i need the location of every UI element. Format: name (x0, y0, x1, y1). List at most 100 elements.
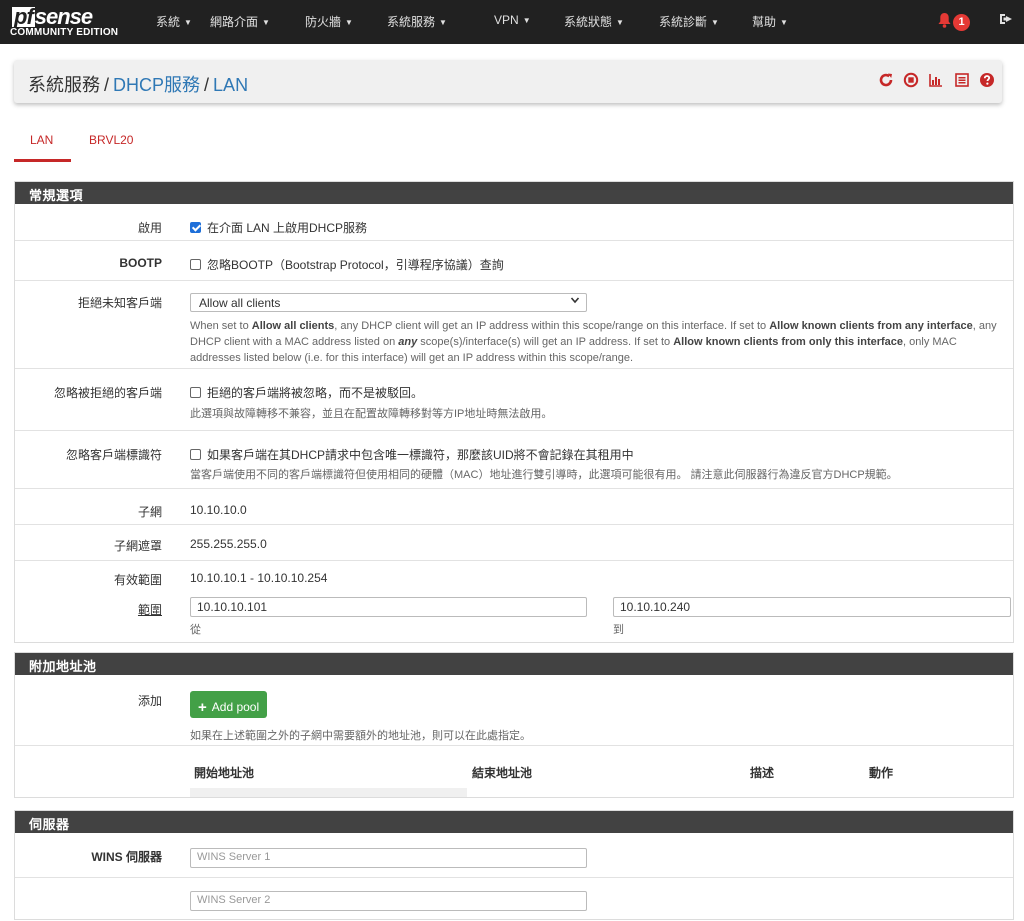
bootp-checkbox-wrapper[interactable]: 忽略BOOTP（Bootstrap Protocol，引導程序協議）查詢 (190, 256, 504, 273)
breadcrumb: 系統服務 / DHCP服務 / LAN (28, 71, 248, 97)
servers-panel: 伺服器 WINS 伺服器 WINS Server 1 WINS Server 2 (14, 810, 1014, 920)
additional-pools-panel: 附加地址池 添加 + Add pool 如果在上述範圍之外的子網中需要額外的地址池… (14, 652, 1014, 798)
subnet-value: 10.10.10.0 (190, 503, 247, 517)
range-row: 範圍 10.10.10.101 從 10.10.10.240 到 (15, 596, 1013, 642)
enable-checkbox[interactable] (190, 222, 201, 233)
pools-table-row: 開始地址池 結束地址池 描述 動作 (15, 745, 1013, 797)
nav-menu-status[interactable]: 系統狀態 ▼ (564, 13, 624, 30)
ignore-denied-checkbox-text: 拒絕的客戶端將被忽略，而不是被駁回。 (207, 386, 424, 400)
tab-lan[interactable]: LAN (30, 133, 53, 147)
range-from-label: 從 (190, 624, 201, 636)
breadcrumb-root: 系統服務 (28, 75, 100, 95)
pools-col-end: 結束地址池 (472, 766, 533, 780)
deny-unknown-row: 拒絕未知客戶端 Allow all clients When set to Al… (15, 280, 1013, 368)
pfsense-logo[interactable]: pfsense COMMUNITY EDITION (10, 4, 140, 42)
nav-menu-services[interactable]: 系統服務 ▼ (387, 13, 447, 30)
available-range-value: 10.10.10.1 - 10.10.10.254 (190, 571, 328, 585)
wins-server-label: WINS 伺服器 (91, 850, 162, 864)
subnet-mask-row: 子網遮罩 255.255.255.0 (15, 524, 1013, 560)
graph-icon[interactable] (927, 72, 945, 90)
subnet-mask-label: 子網遮罩 (113, 539, 162, 553)
nav-menu-firewall[interactable]: 防火牆 ▼ (305, 13, 353, 30)
ignore-uid-row: 忽略客戶端標識符 如果客戶端在其DHCP請求中包含唯一標識符，那麼該UID將不會… (15, 430, 1013, 488)
pools-table-empty-row (190, 788, 467, 797)
enable-label: 啟用 (137, 221, 162, 235)
subnet-row: 子網 10.10.10.0 (15, 488, 1013, 524)
deny-unknown-selected-value: Allow all clients (199, 296, 281, 310)
ignore-uid-help: 當客戶端使用不同的客戶端標識符但使用相同的硬體（MAC）地址進行雙引導時，此選項… (190, 469, 898, 481)
notification-badge[interactable]: 1 (953, 14, 970, 31)
range-to-input[interactable]: 10.10.10.240 (613, 597, 1011, 617)
active-tab-indicator (14, 159, 71, 162)
logo-pf-text: pf (12, 4, 35, 29)
range-to-label: 到 (613, 624, 624, 636)
bell-icon[interactable] (937, 12, 952, 33)
enable-row: 啟用 在介面 LAN 上啟用DHCP服務 (15, 204, 1013, 240)
breadcrumb-separator: / (104, 75, 110, 95)
pools-col-start: 開始地址池 (194, 766, 255, 780)
subnet-mask-value: 255.255.255.0 (190, 537, 267, 551)
breadcrumb-page-link[interactable]: LAN (213, 75, 248, 95)
ignore-uid-label: 忽略客戶端標識符 (65, 448, 162, 462)
deny-unknown-select[interactable]: Allow all clients (190, 293, 587, 312)
caret-down-icon: ▼ (184, 18, 192, 27)
ignore-denied-help: 此選項與故障轉移不兼容，並且在配置故障轉移對等方IP地址時無法啟用。 (190, 408, 553, 420)
log-icon[interactable] (953, 72, 971, 90)
add-pool-help: 如果在上述範圍之外的子網中需要額外的地址池，則可以在此處指定。 (190, 730, 531, 742)
help-icon[interactable] (978, 72, 996, 90)
add-pool-button[interactable]: + Add pool (190, 691, 267, 718)
add-pool-row: 添加 + Add pool 如果在上述範圍之外的子網中需要額外的地址池，則可以在此… (15, 675, 1013, 745)
panel-title: 伺服器 (15, 811, 1013, 833)
nav-menu-system[interactable]: 系統 ▼ (156, 13, 192, 30)
breadcrumb-actions (877, 72, 1000, 92)
logout-icon[interactable] (999, 12, 1013, 29)
nav-menu-vpn[interactable]: VPN ▼ (494, 13, 531, 27)
breadcrumb-separator: / (204, 75, 210, 95)
logo-edition-text: COMMUNITY EDITION (10, 27, 119, 38)
bootp-row: BOOTP 忽略BOOTP（Bootstrap Protocol，引導程序協議）… (15, 240, 1013, 280)
nav-menu-help[interactable]: 幫助 ▼ (752, 13, 788, 30)
enable-checkbox-wrapper[interactable]: 在介面 LAN 上啟用DHCP服務 (190, 219, 367, 236)
top-navbar: pfsense COMMUNITY EDITION 系統 ▼ 網路介面 ▼ 防火牆 ▼… (0, 0, 1024, 44)
nav-menu-diagnostics[interactable]: 系統診斷 ▼ (659, 13, 719, 30)
nav-menu-interfaces[interactable]: 網路介面 ▼ (210, 13, 270, 30)
ignore-denied-checkbox-wrapper[interactable]: 拒絕的客戶端將被忽略，而不是被駁回。 (190, 384, 423, 401)
deny-unknown-label: 拒絕未知客戶端 (77, 296, 162, 310)
restart-icon[interactable] (877, 72, 895, 90)
range-label[interactable]: 範圍 (138, 601, 162, 618)
plus-icon: + (198, 699, 207, 716)
ignore-denied-row: 忽略被拒絕的客戶端 拒絕的客戶端將被忽略，而不是被駁回。 此選項與故障轉移不兼容… (15, 368, 1013, 430)
pools-col-actions: 動作 (869, 766, 894, 780)
logo-main-text: sense (34, 4, 93, 29)
deny-unknown-help: When set to Allow all clients, any DHCP … (190, 320, 997, 364)
general-options-panel: 常規選項 啟用 在介面 LAN 上啟用DHCP服務 BOOTP 忽略BOOTP（… (14, 181, 1014, 643)
available-range-row: 有效範圍 10.10.10.1 - 10.10.10.254 (15, 560, 1013, 596)
pools-col-description: 描述 (750, 766, 775, 780)
wins1-row: WINS 伺服器 WINS Server 1 (15, 833, 1013, 877)
bootp-label: BOOTP (119, 256, 162, 270)
breadcrumb-section-link[interactable]: DHCP服務 (113, 75, 200, 95)
ignore-uid-checkbox-wrapper[interactable]: 如果客戶端在其DHCP請求中包含唯一標識符，那麼該UID將不會記錄在其租用中 (190, 446, 634, 463)
caret-down-icon: ▼ (711, 18, 719, 27)
tab-brvl20[interactable]: BRVL20 (89, 133, 133, 147)
caret-down-icon: ▼ (439, 18, 447, 27)
pools-table: 開始地址池 結束地址池 描述 動作 (190, 746, 1011, 798)
wins-server-2-input[interactable]: WINS Server 2 (190, 891, 587, 911)
ignore-uid-checkbox[interactable] (190, 449, 201, 460)
stop-icon[interactable] (902, 72, 920, 90)
wins-server-1-input[interactable]: WINS Server 1 (190, 848, 587, 868)
ignore-denied-checkbox[interactable] (190, 387, 201, 398)
range-from-input[interactable]: 10.10.10.101 (190, 597, 587, 617)
bootp-checkbox[interactable] (190, 259, 201, 270)
caret-down-icon: ▼ (616, 18, 624, 27)
subnet-label: 子網 (137, 505, 162, 519)
panel-title: 附加地址池 (15, 653, 1013, 675)
ignore-uid-checkbox-text: 如果客戶端在其DHCP請求中包含唯一標識符，那麼該UID將不會記錄在其租用中 (207, 448, 634, 462)
breadcrumb-panel: 系統服務 / DHCP服務 / LAN (14, 60, 1002, 103)
chevron-down-icon (570, 295, 580, 308)
caret-down-icon: ▼ (345, 18, 353, 27)
caret-down-icon: ▼ (522, 16, 531, 25)
wins2-row: WINS Server 2 (15, 877, 1013, 921)
add-pool-label: 添加 (137, 694, 162, 708)
enable-checkbox-text: 在介面 LAN 上啟用DHCP服務 (207, 221, 368, 235)
